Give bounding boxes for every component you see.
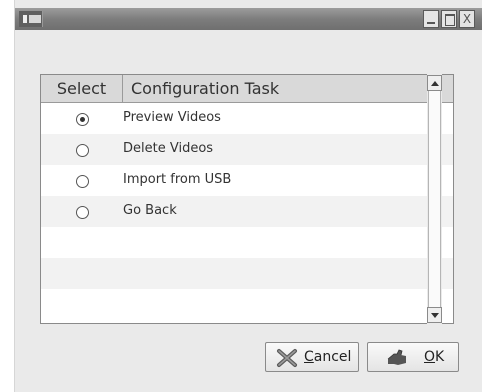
radio-button-go-back[interactable]	[76, 206, 89, 219]
dialog-window: X Select Configuration Task Preview Vide…	[14, 0, 482, 392]
task-label: Preview Videos	[123, 110, 221, 125]
cancel-button-label: Cancel	[304, 349, 352, 365]
table-rows: Preview Videos Delete Videos Import from…	[41, 103, 453, 320]
table-row[interactable]: Delete Videos	[41, 134, 453, 165]
table-row[interactable]: Preview Videos	[41, 103, 453, 134]
window-menu-icon[interactable]	[19, 11, 43, 27]
task-table: Select Configuration Task Preview Videos…	[41, 75, 453, 323]
empty-row	[41, 258, 453, 289]
scrollbar-track[interactable]	[428, 91, 441, 307]
minimize-icon[interactable]	[423, 10, 439, 28]
column-header-select[interactable]: Select	[41, 75, 123, 102]
table-row[interactable]: Import from USB	[41, 165, 453, 196]
empty-row	[41, 227, 453, 258]
cancel-icon	[277, 349, 297, 367]
ok-button[interactable]: OK	[367, 342, 459, 372]
column-header-task[interactable]: Configuration Task	[123, 75, 453, 102]
radio-button-import-from-usb[interactable]	[76, 175, 89, 188]
task-list-panel: Select Configuration Task Preview Videos…	[40, 74, 454, 324]
ok-icon	[387, 349, 406, 365]
close-icon[interactable]: X	[459, 10, 475, 28]
cancel-button[interactable]: Cancel	[265, 342, 359, 372]
table-row[interactable]: Go Back	[41, 196, 453, 227]
scroll-down-icon[interactable]	[427, 307, 442, 323]
scroll-up-icon[interactable]	[427, 75, 442, 91]
radio-button-preview-videos[interactable]	[76, 113, 89, 126]
radio-button-delete-videos[interactable]	[76, 144, 89, 157]
title-bar[interactable]: X	[15, 8, 482, 30]
task-label: Go Back	[123, 203, 177, 218]
task-label: Delete Videos	[123, 141, 214, 156]
maximize-icon[interactable]	[441, 10, 457, 28]
task-label: Import from USB	[123, 172, 232, 187]
empty-row	[41, 289, 453, 320]
table-header: Select Configuration Task	[41, 75, 453, 103]
ok-button-label: OK	[424, 349, 445, 365]
vertical-scrollbar[interactable]	[427, 74, 442, 324]
